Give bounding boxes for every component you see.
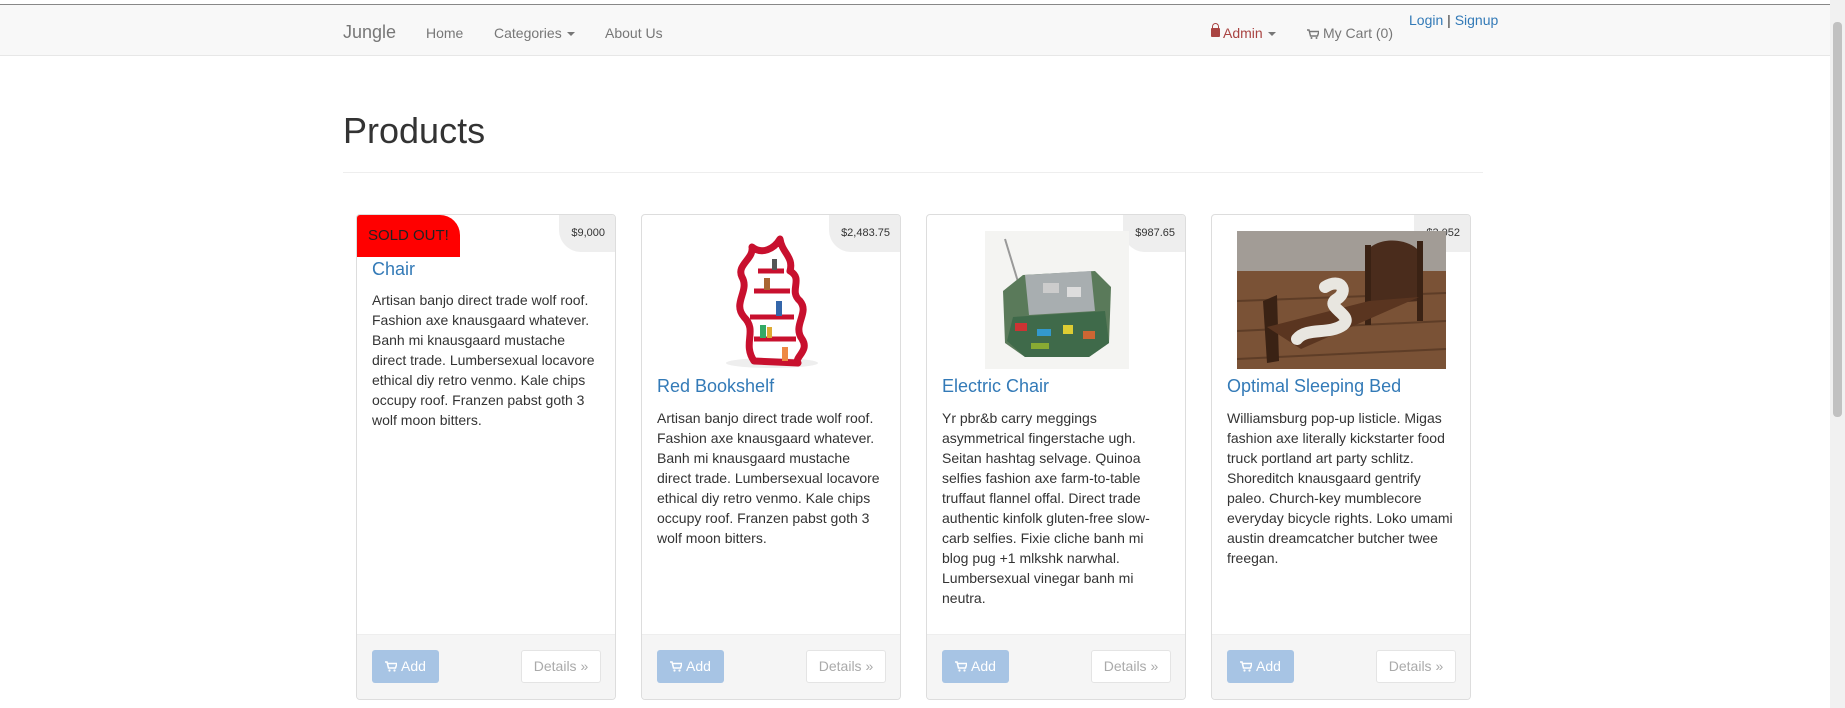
caret-down-icon: [566, 32, 575, 37]
add-label: Add: [686, 658, 711, 674]
login-link[interactable]: Login: [1409, 12, 1443, 28]
add-label: Add: [401, 658, 426, 674]
my-cart-label: My Cart (0): [1323, 25, 1393, 41]
shopping-cart-icon: [955, 651, 969, 684]
signup-link[interactable]: Signup: [1455, 12, 1499, 28]
admin-label: Admin: [1223, 25, 1263, 41]
scrollbar-thumb[interactable]: [1833, 22, 1842, 417]
add-to-cart-button[interactable]: Add: [657, 650, 724, 683]
shopping-cart-icon: [1240, 651, 1254, 684]
price-tag: $987.65: [1123, 215, 1185, 252]
auth-separator: |: [1447, 12, 1451, 28]
product-description: Artisan banjo direct trade wolf roof. Fa…: [372, 292, 595, 428]
my-cart-link[interactable]: My Cart (0): [1307, 25, 1393, 41]
nav-categories-dropdown[interactable]: Categories: [494, 25, 575, 41]
product-title-link[interactable]: Optimal Sleeping Bed: [1227, 376, 1401, 397]
nav-home-link[interactable]: Home: [426, 25, 463, 41]
product-title-link[interactable]: Chair: [372, 259, 415, 280]
add-label: Add: [971, 658, 996, 674]
price-tag: $2,483.75: [829, 215, 900, 252]
nav-about-link[interactable]: About Us: [605, 25, 663, 41]
product-card: $3,052 Optimal Sleeping Bed Williamsburg…: [1211, 214, 1471, 700]
details-button[interactable]: Details »: [806, 650, 886, 683]
add-to-cart-button[interactable]: Add: [942, 650, 1009, 683]
product-title-link[interactable]: Electric Chair: [942, 376, 1049, 397]
shopping-cart-icon: [1307, 29, 1319, 39]
product-card: $987.65 Electric Chair Yr pbr&b carry me…: [926, 214, 1186, 700]
shopping-cart-icon: [385, 651, 399, 684]
sold-out-badge: SOLD OUT!: [357, 215, 460, 257]
auth-links: Login | Signup: [1409, 12, 1498, 28]
details-button[interactable]: Details »: [1091, 650, 1171, 683]
product-title-link[interactable]: Red Bookshelf: [657, 376, 774, 397]
product-image-electric-chair[interactable]: [985, 231, 1129, 369]
details-button[interactable]: Details »: [521, 650, 601, 683]
page-scrollbar[interactable]: [1830, 0, 1845, 708]
add-to-cart-button[interactable]: Add: [372, 650, 439, 683]
brand-link[interactable]: Jungle: [343, 22, 396, 43]
product-description: Williamsburg pop-up listicle. Migas fash…: [1227, 410, 1453, 566]
admin-dropdown[interactable]: Admin: [1211, 23, 1276, 41]
details-button[interactable]: Details »: [1376, 650, 1456, 683]
add-label: Add: [1256, 658, 1281, 674]
nav-categories-label: Categories: [494, 25, 562, 41]
product-card: SOLD OUT! $9,000 Chair Artisan banjo dir…: [356, 214, 616, 700]
card-footer: Add Details »: [1212, 634, 1470, 699]
card-footer: Add Details »: [642, 634, 900, 699]
product-card: $2,483.75 Red Bookshelf Artisan banjo di…: [641, 214, 901, 700]
shopping-cart-icon: [670, 651, 684, 684]
card-footer: Add Details »: [927, 634, 1185, 699]
product-image-sleeping-bed[interactable]: [1236, 231, 1447, 369]
top-navbar: Jungle Home Categories About Us Admin My…: [0, 4, 1830, 56]
lock-icon: [1211, 23, 1220, 37]
product-description: Yr pbr&b carry meggings asymmetrical fin…: [942, 410, 1150, 606]
card-footer: Add Details »: [357, 634, 615, 699]
product-image-red-bookshelf[interactable]: [714, 231, 830, 369]
page-title: Products: [343, 110, 486, 151]
add-to-cart-button[interactable]: Add: [1227, 650, 1294, 683]
price-tag: $9,000: [559, 215, 615, 252]
product-description: Artisan banjo direct trade wolf roof. Fa…: [657, 410, 880, 546]
caret-down-icon: [1267, 32, 1276, 37]
title-divider: [343, 172, 1483, 173]
